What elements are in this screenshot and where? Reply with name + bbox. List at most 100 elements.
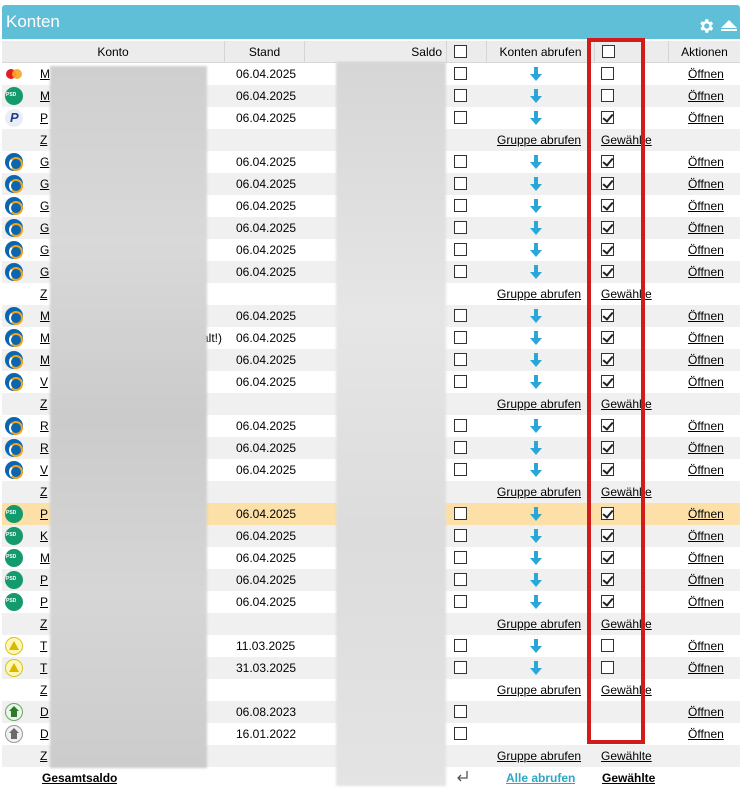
open-account-link[interactable]: Öffnen xyxy=(688,261,736,283)
open-account-link[interactable]: Öffnen xyxy=(688,173,736,195)
group-fetch-link[interactable]: Gruppe abrufen xyxy=(497,745,587,767)
open-account-link[interactable]: Öffnen xyxy=(688,195,736,217)
account-select-checkbox[interactable] xyxy=(454,177,467,190)
fetch-select-checkbox[interactable] xyxy=(601,177,614,190)
download-arrow-icon[interactable] xyxy=(530,374,542,390)
fetch-select-checkbox[interactable] xyxy=(601,265,614,278)
account-select-checkbox[interactable] xyxy=(454,551,467,564)
download-arrow-icon[interactable] xyxy=(530,594,542,610)
download-arrow-icon[interactable] xyxy=(530,660,542,676)
fetch-select-checkbox[interactable] xyxy=(601,529,614,542)
total-balance-link[interactable]: Gesamtsaldo xyxy=(42,767,117,789)
group-fetch-link[interactable]: Gruppe abrufen xyxy=(497,481,587,503)
open-account-link[interactable]: Öffnen xyxy=(688,723,736,745)
open-account-link[interactable]: Öffnen xyxy=(688,349,736,371)
download-arrow-icon[interactable] xyxy=(530,308,542,324)
download-arrow-icon[interactable] xyxy=(530,506,542,522)
group-selected-link[interactable]: Gewählte xyxy=(601,745,661,767)
account-select-checkbox[interactable] xyxy=(454,221,467,234)
group-fetch-link[interactable]: Gruppe abrufen xyxy=(497,393,587,415)
fetch-select-checkbox[interactable] xyxy=(601,221,614,234)
account-select-checkbox[interactable] xyxy=(454,199,467,212)
group-selected-link[interactable]: Gewählte xyxy=(601,129,661,151)
download-arrow-icon[interactable] xyxy=(530,550,542,566)
download-arrow-icon[interactable] xyxy=(530,440,542,456)
open-account-link[interactable]: Öffnen xyxy=(688,327,736,349)
fetch-all-link[interactable]: Alle abrufen xyxy=(506,767,575,789)
open-account-link[interactable]: Öffnen xyxy=(688,657,736,679)
download-arrow-icon[interactable] xyxy=(530,638,542,654)
group-selected-link[interactable]: Gewählte xyxy=(601,679,661,701)
select-all-checkbox[interactable] xyxy=(454,45,467,58)
download-arrow-icon[interactable] xyxy=(530,528,542,544)
group-fetch-link[interactable]: Gruppe abrufen xyxy=(497,679,587,701)
account-select-checkbox[interactable] xyxy=(454,661,467,674)
open-account-link[interactable]: Öffnen xyxy=(688,591,736,613)
account-select-checkbox[interactable] xyxy=(454,243,467,256)
account-select-checkbox[interactable] xyxy=(454,309,467,322)
col-header-stand[interactable]: Stand xyxy=(225,41,305,63)
open-account-link[interactable]: Öffnen xyxy=(688,305,736,327)
open-account-link[interactable]: Öffnen xyxy=(688,107,736,129)
open-account-link[interactable]: Öffnen xyxy=(688,701,736,723)
fetch-select-checkbox[interactable] xyxy=(601,155,614,168)
download-arrow-icon[interactable] xyxy=(530,330,542,346)
fetch-select-checkbox[interactable] xyxy=(601,595,614,608)
download-arrow-icon[interactable] xyxy=(530,198,542,214)
open-account-link[interactable]: Öffnen xyxy=(688,151,736,173)
fetch-select-checkbox[interactable] xyxy=(601,111,614,124)
download-arrow-icon[interactable] xyxy=(530,242,542,258)
account-select-checkbox[interactable] xyxy=(454,89,467,102)
fetch-select-checkbox[interactable] xyxy=(601,419,614,432)
group-selected-link[interactable]: Gewählte xyxy=(601,613,661,635)
download-arrow-icon[interactable] xyxy=(530,66,542,82)
fetch-select-checkbox[interactable] xyxy=(601,309,614,322)
open-account-link[interactable]: Öffnen xyxy=(688,569,736,591)
account-select-checkbox[interactable] xyxy=(454,529,467,542)
open-account-link[interactable]: Öffnen xyxy=(688,63,736,85)
enter-icon[interactable] xyxy=(455,770,469,784)
fetch-select-checkbox[interactable] xyxy=(601,67,614,80)
download-arrow-icon[interactable] xyxy=(530,176,542,192)
fetch-select-checkbox[interactable] xyxy=(601,353,614,366)
group-fetch-link[interactable]: Gruppe abrufen xyxy=(497,613,587,635)
gear-icon[interactable] xyxy=(697,17,715,35)
account-select-checkbox[interactable] xyxy=(454,595,467,608)
account-select-checkbox[interactable] xyxy=(454,419,467,432)
open-account-link[interactable]: Öffnen xyxy=(688,415,736,437)
fetch-select-checkbox[interactable] xyxy=(601,573,614,586)
col-header-konto[interactable]: Konto xyxy=(2,41,225,63)
fetch-select-checkbox[interactable] xyxy=(601,375,614,388)
download-arrow-icon[interactable] xyxy=(530,220,542,236)
account-select-checkbox[interactable] xyxy=(454,155,467,168)
download-arrow-icon[interactable] xyxy=(530,88,542,104)
download-arrow-icon[interactable] xyxy=(530,462,542,478)
fetch-select-checkbox[interactable] xyxy=(601,507,614,520)
collapse-icon[interactable] xyxy=(720,18,738,32)
fetch-select-checkbox[interactable] xyxy=(601,243,614,256)
account-select-checkbox[interactable] xyxy=(454,463,467,476)
download-arrow-icon[interactable] xyxy=(530,110,542,126)
account-select-checkbox[interactable] xyxy=(454,639,467,652)
account-select-checkbox[interactable] xyxy=(454,375,467,388)
fetch-select-checkbox[interactable] xyxy=(601,639,614,652)
account-select-checkbox[interactable] xyxy=(454,353,467,366)
open-account-link[interactable]: Öffnen xyxy=(688,437,736,459)
open-account-link[interactable]: Öffnen xyxy=(688,239,736,261)
open-account-link[interactable]: Öffnen xyxy=(688,217,736,239)
open-account-link[interactable]: Öffnen xyxy=(688,371,736,393)
account-select-checkbox[interactable] xyxy=(454,573,467,586)
fetch-selected-link[interactable]: Gewählte xyxy=(602,767,655,789)
fetch-select-checkbox[interactable] xyxy=(601,551,614,564)
col-header-saldo[interactable]: Saldo xyxy=(305,41,447,63)
download-arrow-icon[interactable] xyxy=(530,418,542,434)
open-account-link[interactable]: Öffnen xyxy=(688,85,736,107)
fetch-select-checkbox[interactable] xyxy=(601,199,614,212)
group-fetch-link[interactable]: Gruppe abrufen xyxy=(497,283,587,305)
group-selected-link[interactable]: Gewählte xyxy=(601,393,661,415)
open-account-link[interactable]: Öffnen xyxy=(688,459,736,481)
account-select-checkbox[interactable] xyxy=(454,705,467,718)
account-select-checkbox[interactable] xyxy=(454,331,467,344)
download-arrow-icon[interactable] xyxy=(530,154,542,170)
fetch-select-checkbox[interactable] xyxy=(601,441,614,454)
